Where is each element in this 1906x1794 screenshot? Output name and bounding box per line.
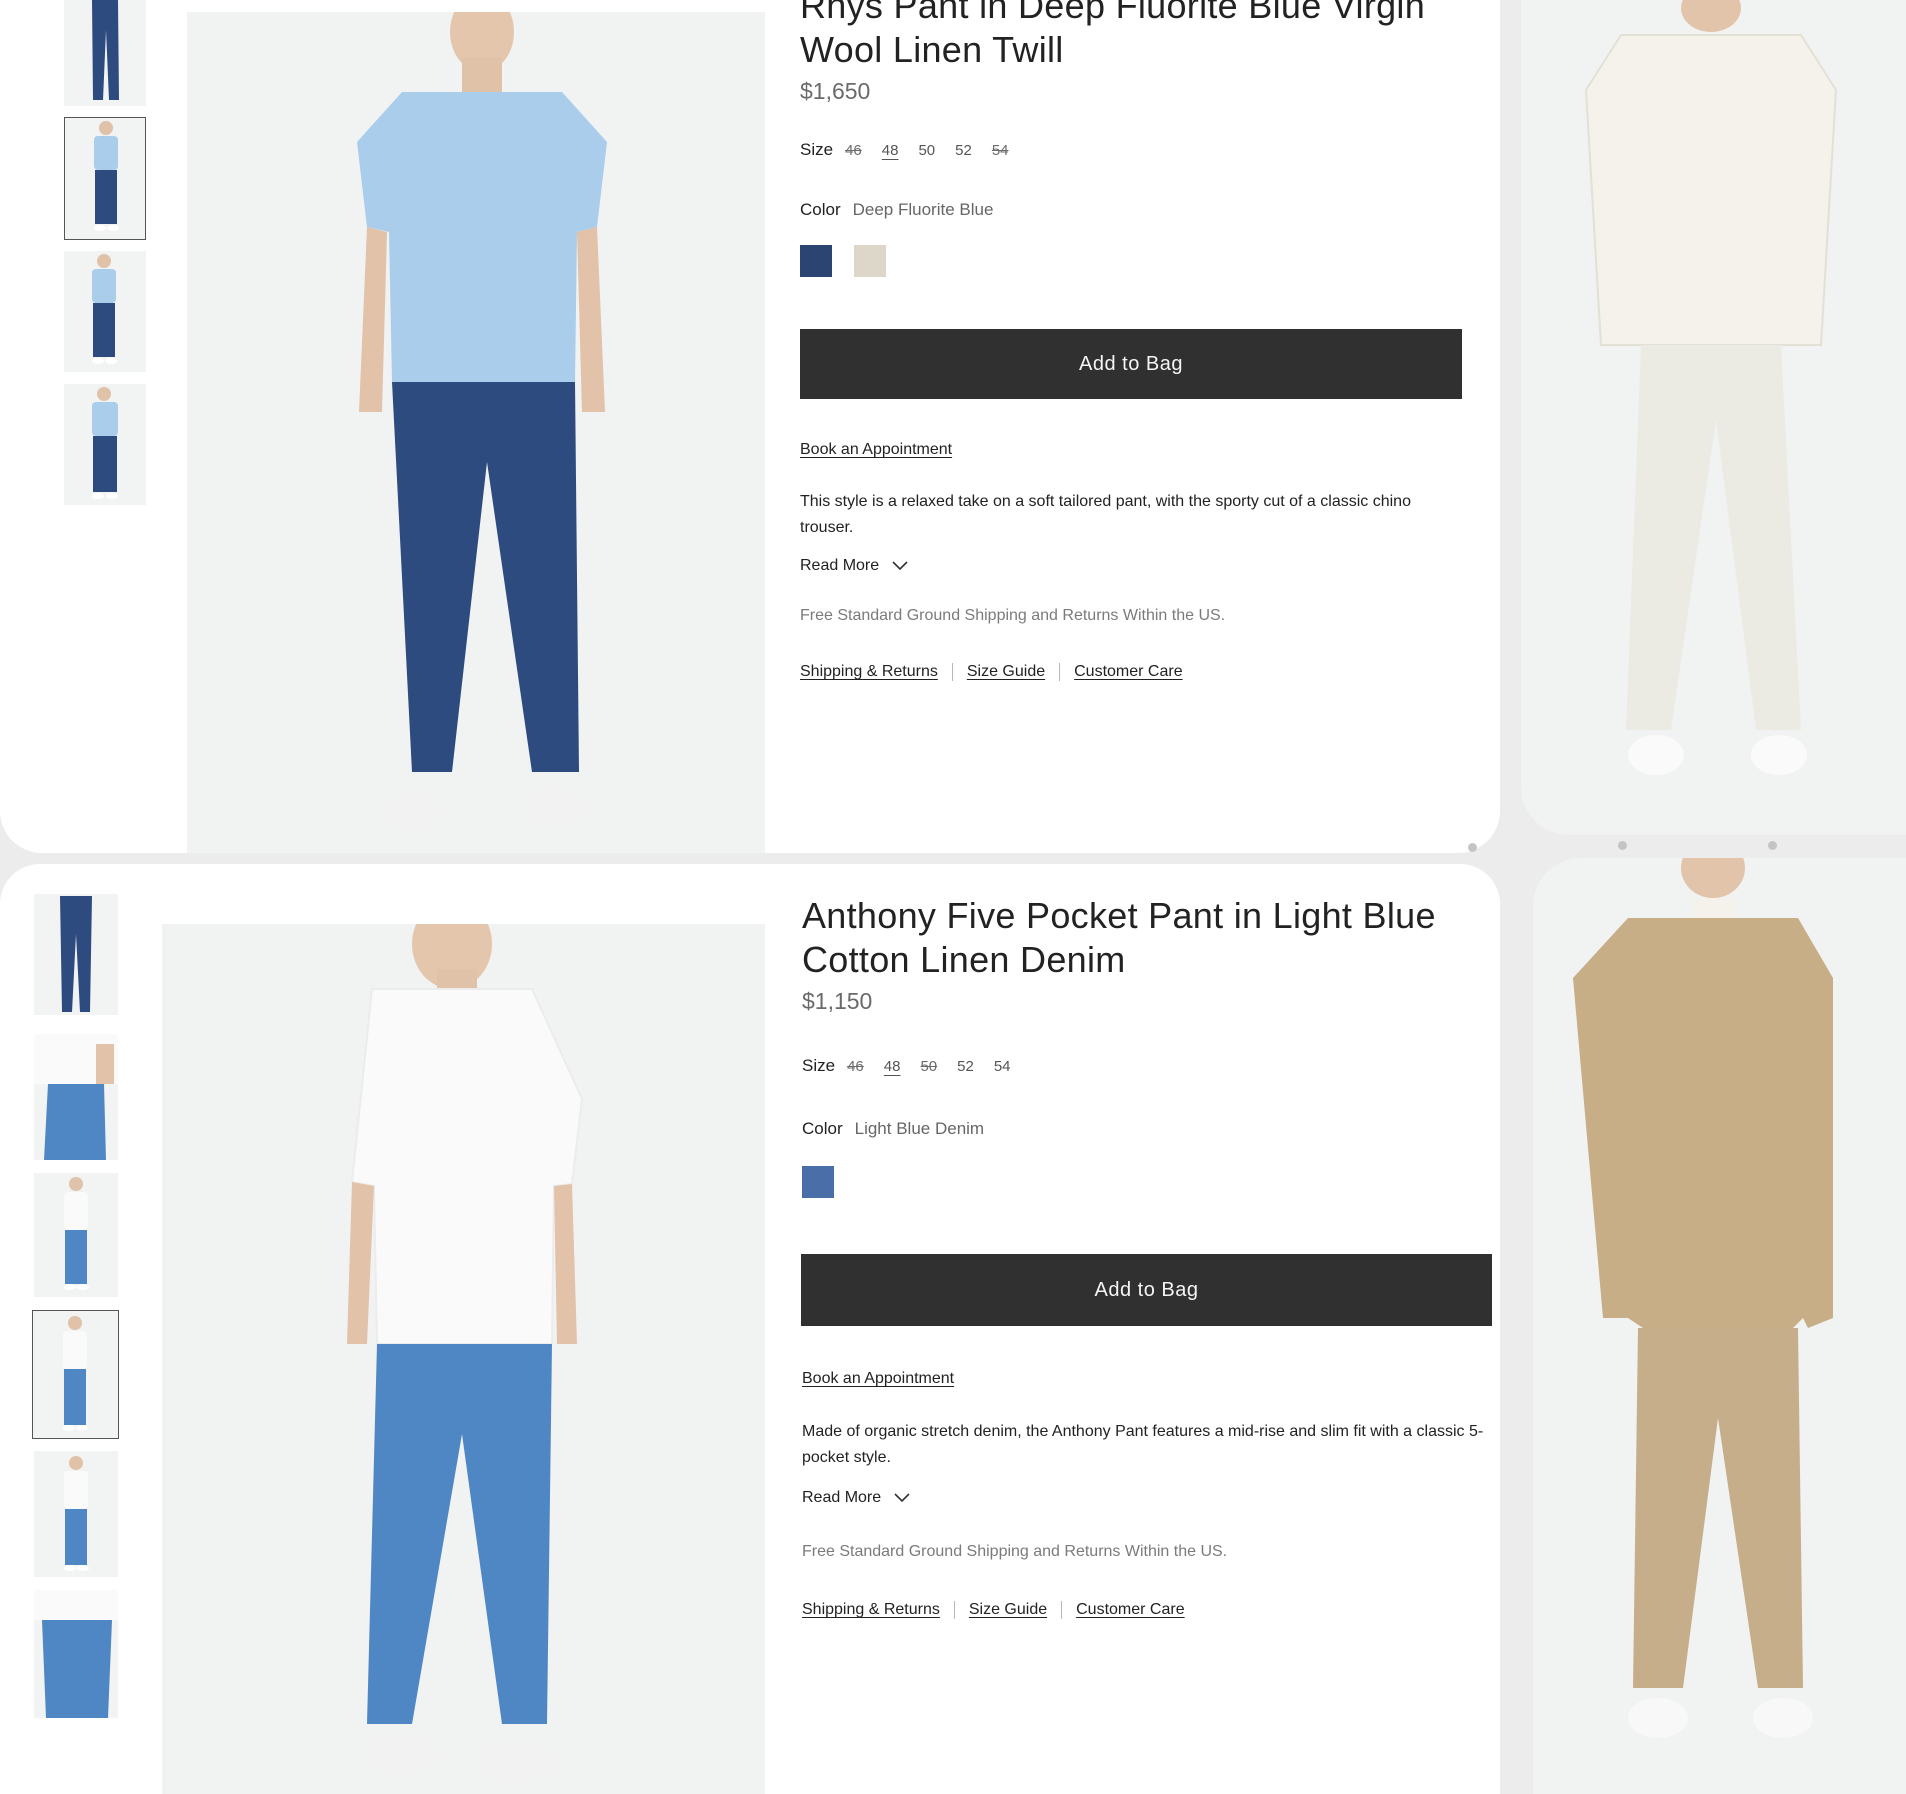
model-image <box>64 1456 89 1571</box>
model-image <box>92 387 118 499</box>
thumbnail-1[interactable] <box>34 894 118 1015</box>
help-links: Shipping & Returns Size Guide Customer C… <box>800 663 1183 681</box>
size-label: Size <box>802 1056 836 1075</box>
divider <box>1059 663 1061 681</box>
product-price: $1,650 <box>800 78 871 104</box>
size-guide-link[interactable]: Size Guide <box>967 663 1045 681</box>
carousel-dot[interactable] <box>1768 841 1777 850</box>
thumbnail-5[interactable] <box>34 1451 118 1577</box>
product-card-rhys: Rhys Pant in Deep Fluorite Blue Virgin W… <box>0 0 1500 853</box>
model-image <box>63 1316 88 1431</box>
size-52[interactable]: 52 <box>955 142 972 159</box>
thumbnail-1[interactable] <box>64 0 146 106</box>
carousel-dot[interactable] <box>1618 841 1627 850</box>
product-price: $1,150 <box>802 988 873 1014</box>
model-image <box>64 1177 89 1290</box>
thumbnail-6[interactable] <box>34 1590 118 1718</box>
color-swatches <box>802 1166 856 1198</box>
thumbnail-4[interactable] <box>64 384 146 505</box>
read-more-label: Read More <box>802 1489 882 1506</box>
product-info: Rhys Pant in Deep Fluorite Blue Virgin W… <box>800 0 1470 105</box>
color-value: Deep Fluorite Blue <box>852 200 994 219</box>
pants-image <box>92 0 119 100</box>
pants-image <box>60 896 92 1012</box>
product-hero-image[interactable] <box>162 924 765 1794</box>
product-description: Made of organic stretch denim, the Antho… <box>802 1423 1484 1466</box>
shipping-note: Free Standard Ground Shipping and Return… <box>802 1543 1228 1560</box>
read-more-toggle[interactable]: Read More <box>800 557 909 575</box>
shipping-returns-link[interactable]: Shipping & Returns <box>802 1601 940 1619</box>
divider <box>953 1601 955 1619</box>
thumbnail-2[interactable] <box>34 1034 118 1160</box>
detail-image <box>34 1034 118 1160</box>
color-value: Light Blue Denim <box>854 1119 985 1138</box>
color-selector: Color Deep Fluorite Blue <box>800 200 993 220</box>
product-card-anthony: Anthony Five Pocket Pant in Light Blue C… <box>0 864 1500 1794</box>
product-info: Anthony Five Pocket Pant in Light Blue C… <box>802 894 1472 1015</box>
color-swatches <box>800 245 908 277</box>
color-label: Color <box>802 1119 843 1138</box>
color-selector: Color Light Blue Denim <box>802 1119 984 1139</box>
divider <box>951 663 953 681</box>
read-more-toggle[interactable]: Read More <box>802 1489 911 1507</box>
size-50[interactable]: 50 <box>918 142 935 159</box>
chevron-down-icon <box>894 1493 910 1503</box>
related-product-image <box>1584 0 1838 775</box>
thumbnail-3[interactable] <box>34 1173 118 1297</box>
thumbnail-3[interactable] <box>64 251 146 372</box>
related-product-card-1[interactable] <box>1521 0 1906 835</box>
divider <box>1061 1601 1063 1619</box>
book-appointment-link[interactable]: Book an Appointment <box>802 1370 954 1388</box>
product-description: This style is a relaxed take on a soft t… <box>800 493 1411 536</box>
add-to-bag-button[interactable]: Add to Bag <box>801 1254 1492 1326</box>
color-label: Color <box>800 200 841 219</box>
book-appointment-link[interactable]: Book an Appointment <box>800 441 952 459</box>
size-52[interactable]: 52 <box>957 1058 974 1075</box>
model-image <box>357 12 607 832</box>
shipping-returns-link[interactable]: Shipping & Returns <box>800 663 938 681</box>
product-title: Anthony Five Pocket Pant in Light Blue C… <box>802 895 1436 980</box>
size-selector: Size 46 48 50 52 54 <box>800 140 1029 160</box>
size-54[interactable]: 54 <box>994 1058 1011 1075</box>
swatch-light-blue-denim[interactable] <box>802 1166 834 1198</box>
size-label: Size <box>800 140 834 159</box>
model-image <box>94 121 119 231</box>
size-54[interactable]: 54 <box>992 142 1009 159</box>
model-image <box>92 254 117 364</box>
size-46[interactable]: 46 <box>845 142 862 159</box>
carousel-dot[interactable] <box>1468 843 1477 852</box>
product-title: Rhys Pant in Deep Fluorite Blue Virgin W… <box>800 0 1426 70</box>
size-selector: Size 46 48 50 52 54 <box>802 1056 1031 1076</box>
customer-care-link[interactable]: Customer Care <box>1076 1601 1184 1619</box>
customer-care-link[interactable]: Customer Care <box>1074 663 1182 681</box>
thumbnail-4[interactable] <box>32 1310 119 1439</box>
size-48[interactable]: 48 <box>882 142 899 159</box>
thumbnail-2[interactable] <box>64 117 146 240</box>
help-links: Shipping & Returns Size Guide Customer C… <box>802 1601 1185 1619</box>
size-guide-link[interactable]: Size Guide <box>969 1601 1047 1619</box>
product-hero-image[interactable] <box>187 12 765 853</box>
size-46[interactable]: 46 <box>847 1058 864 1075</box>
read-more-label: Read More <box>800 557 880 574</box>
size-50[interactable]: 50 <box>920 1058 937 1075</box>
model-image <box>347 924 584 1782</box>
swatch-natural[interactable] <box>854 245 886 277</box>
related-product-card-2[interactable] <box>1533 858 1906 1794</box>
detail-image <box>34 1590 118 1718</box>
chevron-down-icon <box>892 561 908 571</box>
size-48[interactable]: 48 <box>884 1058 901 1075</box>
add-to-bag-button[interactable]: Add to Bag <box>800 329 1462 399</box>
related-product-image <box>1573 858 1833 1738</box>
swatch-deep-fluorite-blue[interactable] <box>800 245 832 277</box>
shipping-note: Free Standard Ground Shipping and Return… <box>800 607 1226 624</box>
